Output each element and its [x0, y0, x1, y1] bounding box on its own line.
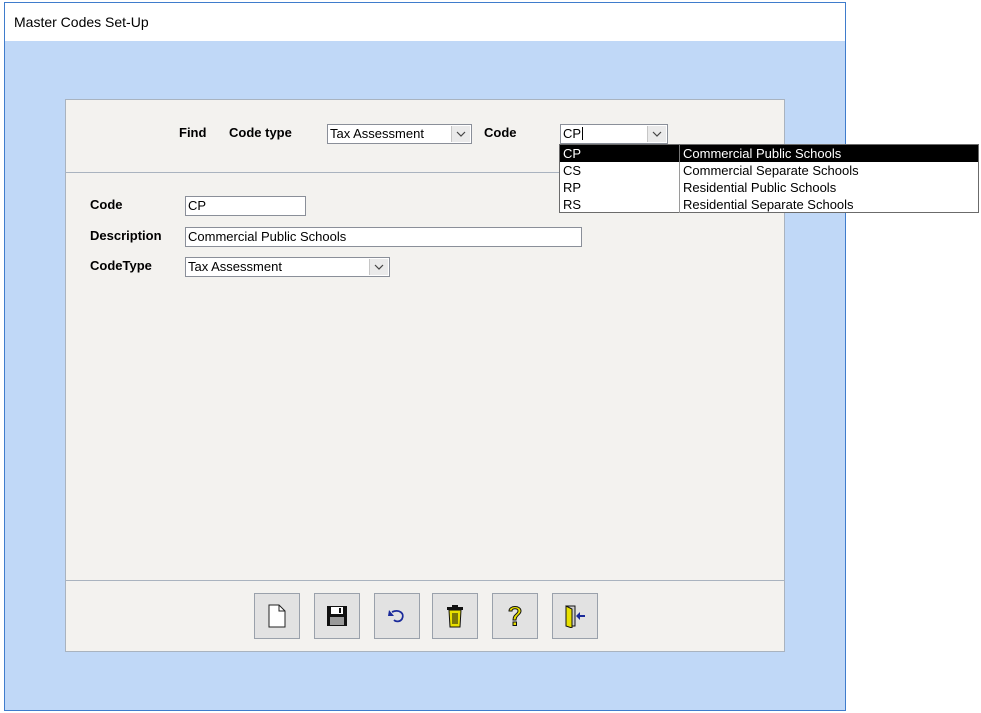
find-code-combo[interactable]: CP — [560, 124, 668, 144]
code-input[interactable]: CP — [185, 196, 306, 216]
list-item-code: RS — [563, 196, 680, 213]
list-item-description: Residential Public Schools — [683, 180, 837, 195]
save-disk-icon — [326, 605, 348, 627]
find-code-type-select[interactable]: Tax Assessment — [327, 124, 472, 144]
find-code-value: CP — [563, 126, 582, 141]
code-label: Code — [90, 197, 123, 212]
window-title: Master Codes Set-Up — [14, 14, 149, 30]
find-label: Find — [179, 125, 207, 140]
list-item[interactable]: RS Residential Separate Schools — [560, 196, 978, 213]
list-item-description: Commercial Public Schools — [683, 146, 842, 161]
list-item-description: Residential Separate Schools — [683, 197, 854, 212]
undo-button[interactable] — [374, 593, 420, 639]
find-code-label: Code — [484, 125, 517, 140]
undo-icon — [387, 608, 407, 624]
description-input[interactable]: Commercial Public Schools — [185, 227, 582, 247]
new-button[interactable] — [254, 593, 300, 639]
help-question-icon — [506, 603, 524, 629]
title-bar[interactable]: Master Codes Set-Up — [5, 3, 845, 41]
description-label: Description — [90, 228, 162, 243]
exit-door-icon — [563, 604, 587, 628]
list-item-description: Commercial Separate Schools — [683, 163, 859, 178]
delete-button[interactable] — [432, 593, 478, 639]
trash-icon — [446, 604, 464, 628]
description-input-value: Commercial Public Schools — [188, 229, 347, 244]
codetype-label: CodeType — [90, 258, 152, 273]
exit-button[interactable] — [552, 593, 598, 639]
help-button[interactable] — [492, 593, 538, 639]
list-item[interactable]: CS Commercial Separate Schools — [560, 162, 978, 179]
list-item-code: CP — [563, 145, 680, 162]
save-button[interactable] — [314, 593, 360, 639]
text-cursor — [582, 127, 584, 140]
chevron-down-icon[interactable] — [451, 126, 470, 142]
codetype-select[interactable]: Tax Assessment — [185, 257, 390, 277]
master-codes-window: Master Codes Set-Up Find Code type Tax A… — [4, 2, 846, 711]
code-type-label: Code type — [229, 125, 292, 140]
code-dropdown-list[interactable]: CP Commercial Public Schools CS Commerci… — [559, 144, 979, 213]
list-item-code: RP — [563, 179, 680, 196]
new-document-icon — [267, 604, 287, 628]
chevron-down-icon[interactable] — [369, 259, 388, 275]
list-item-code: CS — [563, 162, 680, 179]
list-item[interactable]: CP Commercial Public Schools — [560, 145, 978, 162]
find-code-type-value: Tax Assessment — [330, 126, 424, 141]
code-input-value: CP — [188, 198, 207, 213]
bottom-divider — [66, 580, 784, 581]
list-item[interactable]: RP Residential Public Schools — [560, 179, 978, 196]
chevron-down-icon[interactable] — [647, 126, 666, 142]
codetype-value: Tax Assessment — [188, 259, 282, 274]
